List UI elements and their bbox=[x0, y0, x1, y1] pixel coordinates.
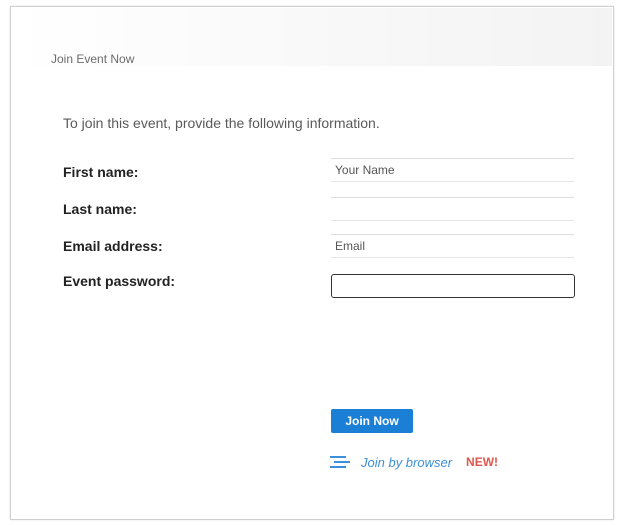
form-instruction: To join this event, provide the followin… bbox=[63, 115, 380, 131]
dialog-title: Join Event Now bbox=[51, 52, 135, 66]
email-field[interactable] bbox=[331, 234, 574, 258]
join-by-browser-label: Join by browser bbox=[361, 454, 453, 470]
new-badge: NEW! bbox=[466, 455, 499, 469]
last-name-label: Last name: bbox=[63, 201, 137, 217]
last-name-field[interactable] bbox=[331, 197, 574, 221]
email-address-label: Email address: bbox=[63, 238, 163, 254]
join-now-button[interactable]: Join Now bbox=[331, 409, 413, 433]
first-name-label: First name: bbox=[63, 164, 139, 180]
join-by-browser-link[interactable]: Join by browser NEW! bbox=[329, 454, 498, 470]
browser-join-icon bbox=[329, 454, 351, 470]
first-name-field[interactable] bbox=[331, 158, 574, 182]
join-event-dialog: Join Event Now To join this event, provi… bbox=[10, 6, 614, 520]
page: Join Event Now To join this event, provi… bbox=[0, 0, 617, 526]
event-password-label: Event password: bbox=[63, 273, 176, 289]
event-password-field[interactable] bbox=[331, 274, 575, 298]
